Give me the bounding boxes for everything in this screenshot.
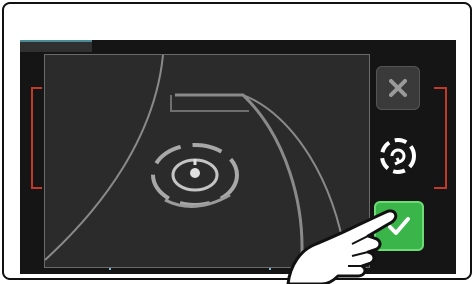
rotate-icon [380, 138, 416, 174]
pointing-hand-icon [286, 209, 398, 284]
close-icon [389, 79, 407, 97]
dial-knob [151, 143, 239, 208]
rotate-button[interactable] [376, 134, 420, 178]
screen-header-strip [20, 40, 92, 52]
cancel-button[interactable] [376, 66, 420, 110]
